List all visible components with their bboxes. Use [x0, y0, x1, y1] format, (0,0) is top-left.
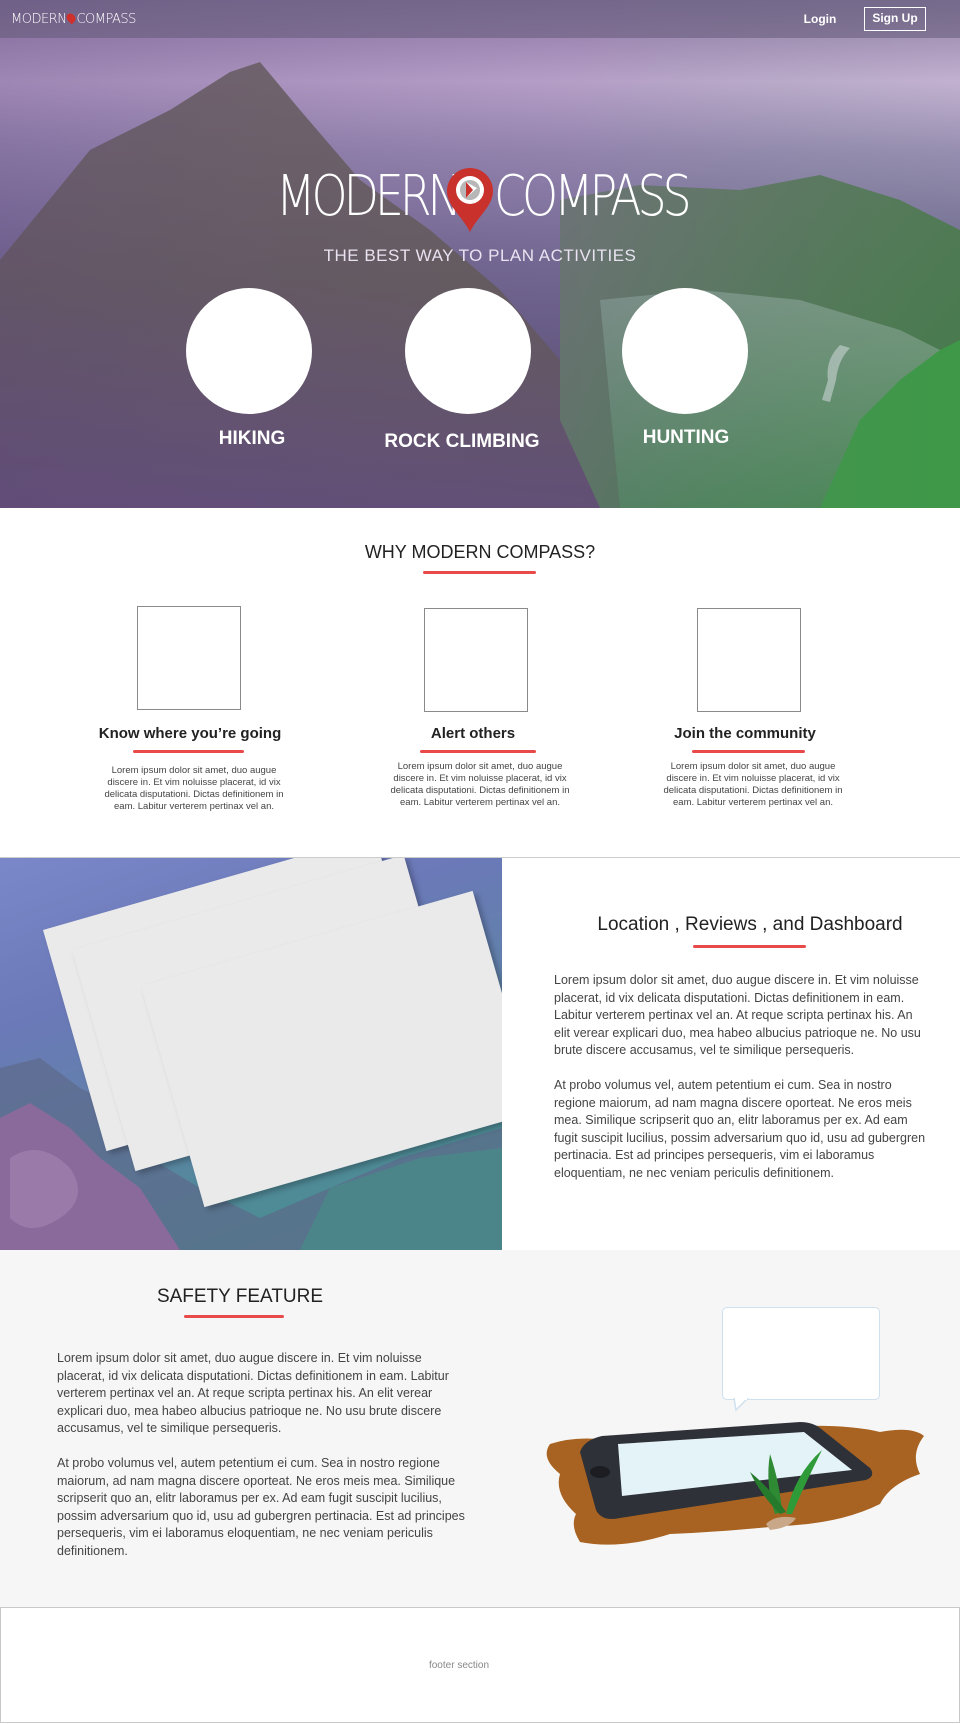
compass-pin-icon	[447, 168, 493, 232]
feature-image-placeholder	[137, 606, 241, 710]
hero-brand-logo: MODERN COMPASS	[276, 160, 696, 240]
why-section-title: WHY MODERN COMPASS?	[364, 542, 596, 562]
feature-title-alerts: Alert others	[430, 725, 516, 742]
activity-label-rock-climbing[interactable]: ROCK CLIMBING	[362, 431, 562, 453]
feature-image-placeholder	[697, 608, 801, 712]
feature-underline	[692, 750, 805, 753]
location-title-underline	[693, 945, 806, 948]
hero-section: MODERN COMPASS Login Sign Up MODERN COMPA…	[0, 0, 960, 508]
nav-logo[interactable]: MODERN COMPASS	[11, 11, 136, 27]
location-paragraph-2: At probo volumus vel, autem petentium ei…	[554, 1078, 926, 1180]
feature-text: Lorem ipsum dolor sit amet, duo augue di…	[390, 761, 570, 808]
feature-title-navigation: Know where you’re going	[98, 725, 282, 742]
signup-button[interactable]: Sign Up	[864, 7, 926, 31]
safety-paragraph-1: Lorem ipsum dolor sit amet, duo augue di…	[57, 1351, 449, 1435]
login-link[interactable]: Login	[790, 9, 850, 29]
feature-underline	[133, 750, 244, 753]
location-image-panel	[0, 858, 502, 1250]
nav-logo-right: COMPASS	[76, 12, 136, 27]
feature-image-placeholder	[424, 608, 528, 712]
rock-climbing-icon[interactable]	[405, 288, 531, 414]
brand-word-left: MODERN	[276, 164, 462, 229]
feature-title-community: Join the community	[674, 725, 816, 742]
brand-word-right: COMPASS	[494, 164, 692, 229]
activity-label-hunting[interactable]: HUNTING	[586, 427, 786, 449]
footer: footer section	[0, 1607, 960, 1723]
activity-label-hiking[interactable]: HIKING	[152, 428, 352, 450]
location-paragraph-1: Lorem ipsum dolor sit amet, duo augue di…	[554, 973, 921, 1057]
alert-speech-bubble	[722, 1307, 880, 1400]
phone-in-mud-illustration	[546, 1422, 924, 1545]
feature-text: Lorem ipsum dolor sit amet, duo augue di…	[104, 765, 284, 812]
hero-tagline: THE BEST WAY TO PLAN ACTIVITIES	[323, 246, 637, 265]
safety-section-title: SAFETY FEATURE	[156, 1286, 324, 1307]
why-title-underline	[423, 571, 536, 574]
location-section-title: Location , Reviews , and Dashboard	[597, 914, 903, 935]
safety-title-underline	[184, 1315, 284, 1318]
feature-text: Lorem ipsum dolor sit amet, duo augue di…	[663, 761, 843, 808]
footer-text: footer section	[428, 1660, 490, 1671]
safety-paragraph-2: At probo volumus vel, autem petentium ei…	[57, 1456, 465, 1558]
hiking-icon[interactable]	[186, 288, 312, 414]
feature-underline	[420, 750, 536, 753]
hunting-icon[interactable]	[622, 288, 748, 414]
speech-bubble-tail	[733, 1398, 749, 1412]
nav-logo-left: MODERN	[11, 12, 67, 27]
